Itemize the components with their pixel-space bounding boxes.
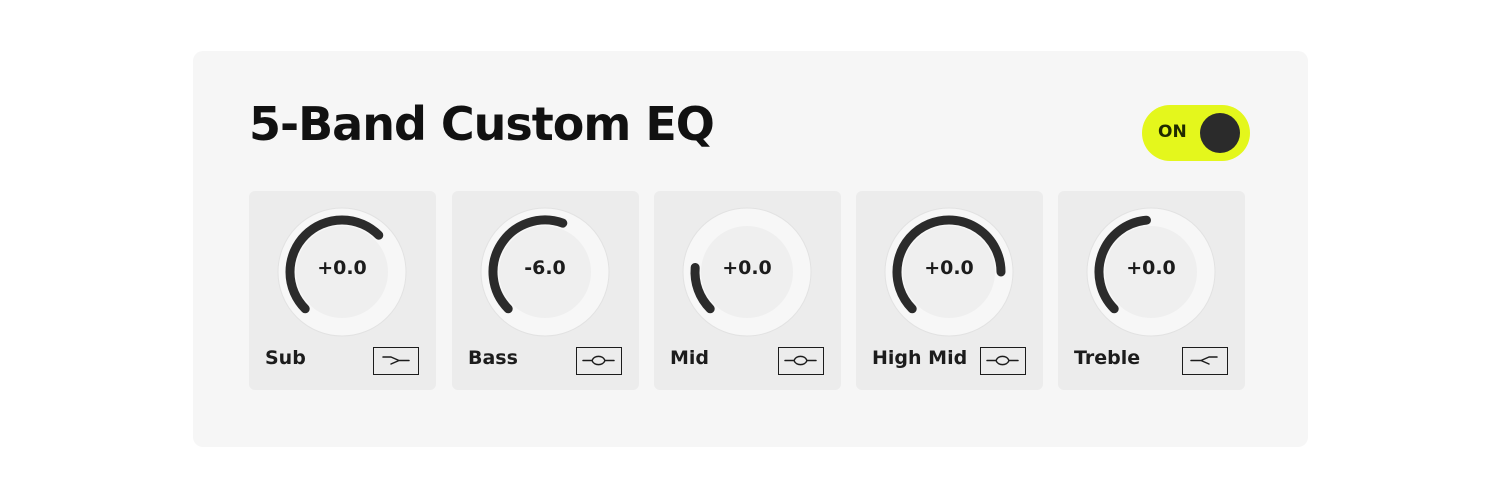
- band-card-mid: +0.0 Mid: [654, 191, 841, 390]
- band-knob-mid[interactable]: +0.0: [680, 205, 814, 339]
- filter-type-button-bass[interactable]: [576, 347, 622, 375]
- power-toggle-knob: [1200, 113, 1240, 153]
- band-card-treble: +0.0 Treble: [1058, 191, 1245, 390]
- peak-icon: [986, 355, 1019, 366]
- eq-panel: 5-Band Custom EQ ON +0.0 Sub -6.0 Bass +…: [193, 51, 1308, 447]
- band-value: +0.0: [924, 257, 974, 279]
- band-value: -6.0: [524, 257, 566, 279]
- band-value: +0.0: [1126, 257, 1176, 279]
- high-shelf-icon: [1190, 356, 1218, 365]
- filter-type-button-treble[interactable]: [1182, 347, 1228, 375]
- peak-icon: [582, 355, 615, 366]
- filter-type-button-high-mid[interactable]: [980, 347, 1026, 375]
- band-knob-treble[interactable]: +0.0: [1084, 205, 1218, 339]
- band-label: Mid: [670, 347, 710, 369]
- band-label: Treble: [1074, 347, 1141, 369]
- band-value: +0.0: [722, 257, 772, 279]
- band-knob-high-mid[interactable]: +0.0: [882, 205, 1016, 339]
- filter-type-button-mid[interactable]: [778, 347, 824, 375]
- power-toggle[interactable]: ON: [1142, 105, 1250, 161]
- band-card-sub: +0.0 Sub: [249, 191, 436, 390]
- band-value: +0.0: [317, 257, 367, 279]
- peak-icon: [784, 355, 817, 366]
- band-knob-bass[interactable]: -6.0: [478, 205, 612, 339]
- band-label: Sub: [265, 347, 306, 369]
- band-card-high-mid: +0.0 High Mid: [856, 191, 1043, 390]
- filter-type-button-sub[interactable]: [373, 347, 419, 375]
- low-shelf-icon: [382, 356, 410, 365]
- band-label: Bass: [468, 347, 518, 369]
- band-knob-sub[interactable]: +0.0: [275, 205, 409, 339]
- band-label: High Mid: [872, 347, 968, 369]
- band-card-bass: -6.0 Bass: [452, 191, 639, 390]
- panel-title: 5-Band Custom EQ: [249, 97, 715, 151]
- power-toggle-label: ON: [1158, 122, 1187, 142]
